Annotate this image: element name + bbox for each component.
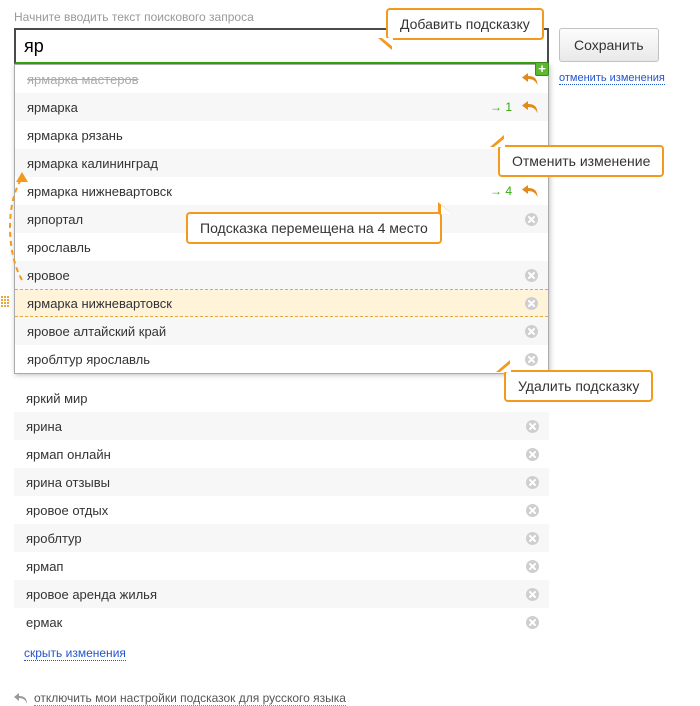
delete-icon[interactable] — [525, 353, 538, 366]
callout-moved: Подсказка перемещена на 4 место — [186, 212, 442, 244]
move-arrow-icon — [4, 172, 36, 282]
suggestion-label: ярмап онлайн — [26, 447, 526, 462]
undo-icon — [14, 693, 28, 705]
suggestion-list-rest: яркий мир ярина ярмап онлайн ярина отзывы яр… — [14, 384, 549, 636]
suggestion-row[interactable]: ярмарка нижневартовск — [15, 289, 548, 317]
suggestion-label: ярмарка мастеров — [27, 72, 522, 87]
suggestion-label: яркий мир — [26, 391, 539, 406]
suggestion-label: ярина отзывы — [26, 475, 526, 490]
callout-add-text: Добавить подсказку — [400, 16, 530, 32]
suggestion-row[interactable]: яркий мир — [14, 384, 549, 412]
footer-disable-text[interactable]: отключить мои настройки подсказок для ру… — [34, 691, 346, 706]
suggestion-row[interactable]: яровое отдых — [14, 496, 549, 524]
suggestion-label: ярмарка — [27, 100, 490, 115]
suggestion-label: яроблтур ярославль — [27, 352, 525, 367]
suggestion-row[interactable]: яроблтур — [14, 524, 549, 552]
add-suggestion-button[interactable]: + — [535, 62, 549, 76]
delete-icon[interactable] — [525, 325, 538, 338]
suggestion-label: ярмарка калининград — [27, 156, 538, 171]
save-button[interactable]: Сохранить — [559, 28, 659, 62]
callout-add: Добавить подсказку — [386, 8, 544, 40]
callout-moved-text: Подсказка перемещена на 4 место — [200, 220, 428, 236]
suggestion-label: яроблтур — [26, 531, 526, 546]
suggestion-row[interactable]: ярмарка→ 1 — [15, 93, 548, 121]
callout-undo: Отменить изменение — [498, 145, 664, 177]
undo-icon[interactable] — [522, 101, 538, 114]
callout-delete-text: Удалить подсказку — [518, 378, 639, 394]
delete-icon[interactable] — [526, 616, 539, 629]
suggestion-label: ярмарка нижневартовск — [27, 184, 490, 199]
suggestion-label: яровое отдых — [26, 503, 526, 518]
suggestion-row[interactable]: ярмарка калининград — [15, 149, 548, 177]
delete-icon[interactable] — [525, 297, 538, 310]
suggestion-label: яровое алтайский край — [27, 324, 525, 339]
drag-handle-icon[interactable] — [1, 296, 11, 310]
suggestion-label: ярина — [26, 419, 526, 434]
delete-icon[interactable] — [525, 269, 538, 282]
suggestion-label: яровое — [27, 268, 525, 283]
suggestion-row[interactable]: ярмап онлайн — [14, 440, 549, 468]
suggestion-row[interactable]: ярмарка рязань — [15, 121, 548, 149]
callout-undo-text: Отменить изменение — [512, 153, 650, 169]
suggestion-label: ярмап — [26, 559, 526, 574]
delete-icon[interactable] — [525, 213, 538, 226]
callout-delete: Удалить подсказку — [504, 370, 653, 402]
suggestion-row[interactable]: ярмарка нижневартовск→ 4 — [15, 177, 548, 205]
suggestion-row[interactable]: ярмап — [14, 552, 549, 580]
move-indicator: → 4 — [490, 184, 512, 198]
suggestion-row[interactable]: яровое алтайский край — [15, 317, 548, 345]
suggestion-label: ярмарка рязань — [27, 128, 538, 143]
delete-icon[interactable] — [526, 476, 539, 489]
hide-changes-link[interactable]: скрыть изменения — [24, 646, 126, 661]
move-indicator: → 1 — [490, 100, 512, 114]
suggestion-label: ермак — [26, 615, 526, 630]
suggestion-row[interactable]: яровое аренда жилья — [14, 580, 549, 608]
suggestion-row[interactable]: ермак — [14, 608, 549, 636]
suggestion-row[interactable]: яроблтур ярославль — [15, 345, 548, 373]
footer-disable-link[interactable]: отключить мои настройки подсказок для ру… — [14, 691, 686, 706]
delete-icon[interactable] — [526, 448, 539, 461]
delete-icon[interactable] — [526, 504, 539, 517]
delete-icon[interactable] — [526, 532, 539, 545]
delete-icon[interactable] — [526, 420, 539, 433]
delete-icon[interactable] — [526, 588, 539, 601]
undo-icon[interactable] — [522, 185, 538, 198]
delete-icon[interactable] — [526, 560, 539, 573]
suggestion-label: ярмарка нижневартовск — [27, 296, 525, 311]
suggestion-label: яровое аренда жилья — [26, 587, 526, 602]
hint-label: Начните вводить текст поискового запроса — [14, 10, 686, 24]
suggestion-row[interactable]: ярина отзывы — [14, 468, 549, 496]
suggestion-row[interactable]: яровое — [15, 261, 548, 289]
cancel-changes-link[interactable]: отменить изменения — [559, 72, 665, 85]
suggestion-row[interactable]: ярина — [14, 412, 549, 440]
suggestion-row[interactable]: ярмарка мастеров — [15, 65, 548, 93]
